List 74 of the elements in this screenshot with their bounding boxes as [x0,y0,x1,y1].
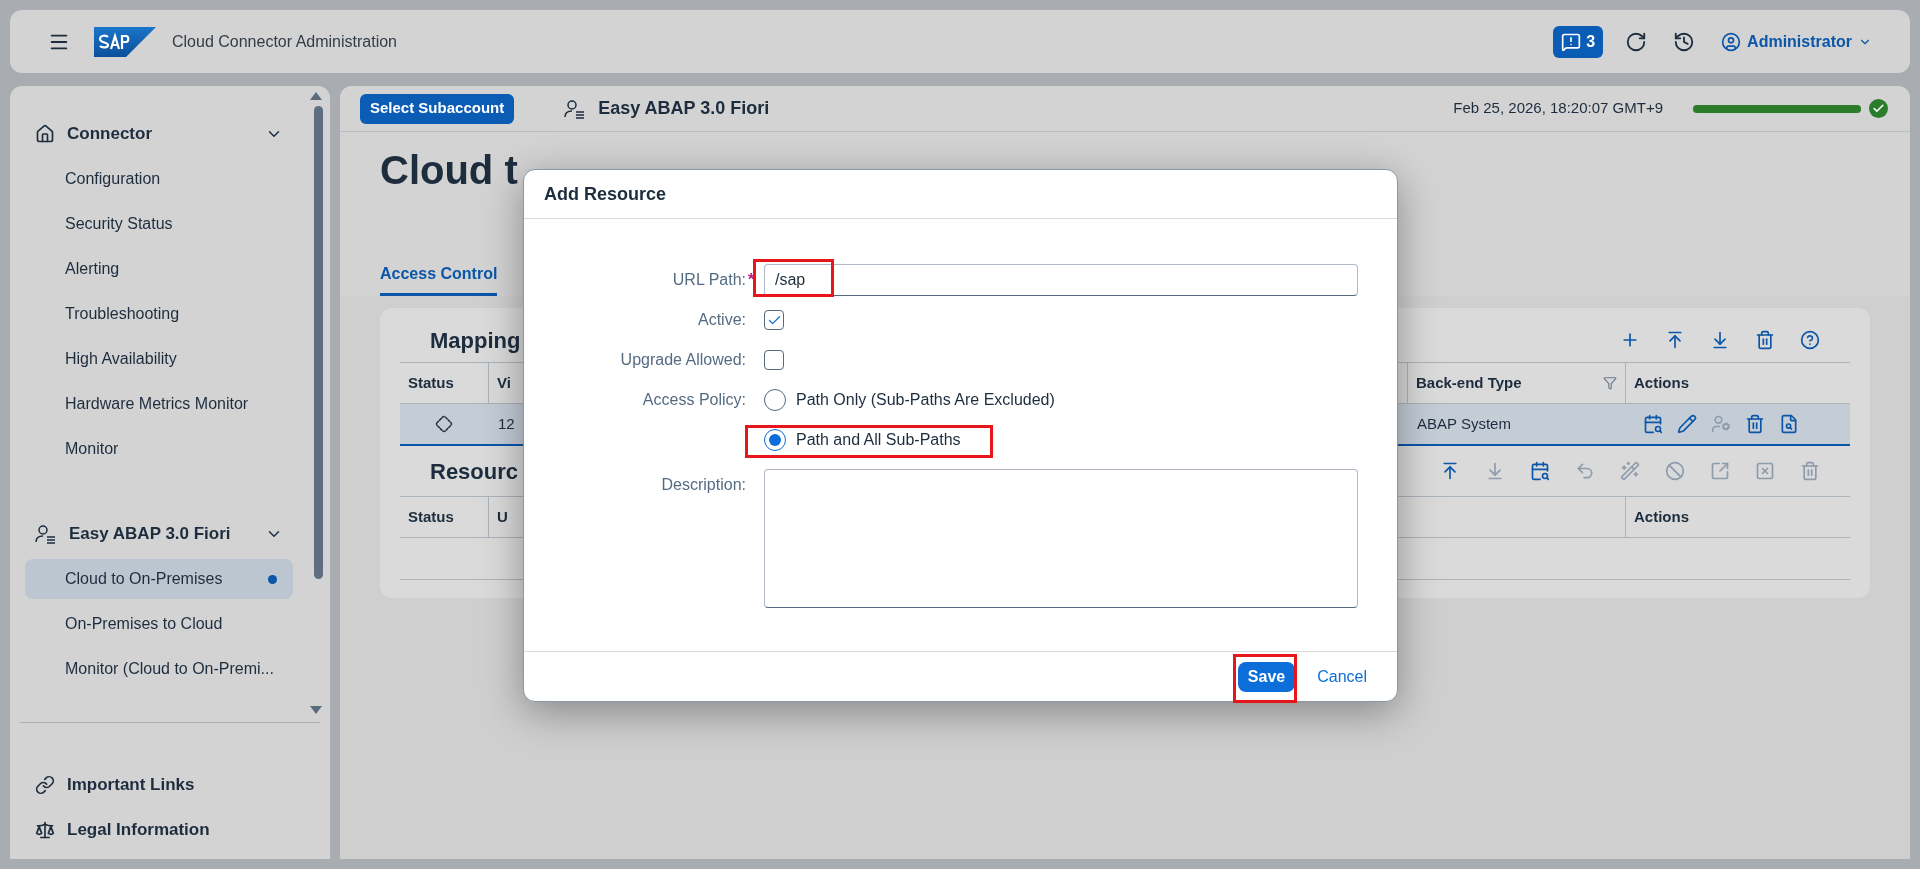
file-search-icon[interactable] [1779,414,1799,434]
nav-item[interactable]: On-Premises to Cloud [25,604,293,644]
upload-icon[interactable] [1665,330,1685,350]
link-icon [35,775,55,795]
nav-item[interactable]: Configuration [25,159,293,199]
footer-link[interactable]: Legal Information [35,810,330,850]
dialog-title: Add Resource [544,182,667,206]
column-header: Actions [1634,506,1689,527]
user-list-icon [35,524,57,544]
nav-item[interactable]: Security Status [25,204,293,244]
section-title: Mapping [430,326,521,355]
nav-item[interactable]: Troubleshooting [25,294,293,334]
notifications-button[interactable]: 3 [1553,25,1604,58]
nav-item[interactable]: Alerting [25,249,293,289]
scrollbar-thumb[interactable] [314,106,323,579]
description-field[interactable] [764,469,1358,608]
status-ok-icon [1869,99,1888,118]
help-icon[interactable] [1800,330,1820,350]
section-title: Resourc [430,457,519,486]
message-alert-icon [1561,31,1582,52]
field-label: Active: [697,310,746,330]
nav-item[interactable]: Hardware Metrics Monitor [25,384,293,424]
tab[interactable]: Access Control [380,254,498,296]
save-button[interactable]: Save [1237,661,1296,692]
subaccount-name: Easy ABAP 3.0 Fiori [598,97,770,120]
delete-icon[interactable] [1755,330,1775,350]
delete-icon[interactable] [1745,414,1765,434]
footer-link[interactable]: Important Links [35,765,330,805]
upload-icon[interactable] [1440,461,1460,481]
table-cell-text: 12 [498,413,515,434]
column-header: Actions [1634,372,1689,393]
status-icon [435,415,453,433]
timestamp: Feb 25, 2026, 18:20:07 GMT+9 [1453,98,1663,119]
calendar-search-icon[interactable] [1530,461,1550,481]
refresh-icon[interactable] [1625,30,1648,53]
scroll-down-icon[interactable] [310,706,322,714]
highlight-frame [1233,654,1297,703]
history-icon[interactable] [1673,30,1696,53]
field-label: Upgrade Allowed: [619,350,746,370]
app-title: Cloud Connector Administration [172,31,397,52]
user-list-icon [564,98,587,119]
nav-item[interactable]: Monitor (Cloud to On-Premi... [25,649,293,689]
column-header: Vi [497,372,511,393]
cancel-button[interactable]: Cancel [1317,664,1367,689]
column-header: Status [408,506,454,527]
nav-item[interactable]: Cloud to On-Premises [25,559,293,599]
radio-label: Path and All Sub-Paths [796,430,961,450]
nav-group-header[interactable]: Easy ABAP 3.0 Fiori [25,514,293,554]
field-label: URL Path: [672,270,746,290]
edit-icon[interactable] [1677,414,1697,434]
nav-item[interactable]: Monitor [25,429,293,469]
nav-group-header[interactable]: Connector [25,114,293,154]
field-label: Access Policy: [641,390,746,410]
scales-icon [35,820,55,840]
field-label: Description: [660,475,746,495]
home-icon [35,124,55,144]
download-icon[interactable] [1710,330,1730,350]
url-path-field[interactable]: /sap [764,264,1358,296]
nav-item[interactable]: High Availability [25,339,293,379]
column-header: Status [408,372,454,393]
table-cell-text: ABAP System [1417,413,1511,434]
select-subaccount-button[interactable]: Select Subaccount [360,93,515,124]
radio-label: Path Only (Sub-Paths Are Excluded) [796,390,1055,410]
page-title: Cloud t [380,147,518,194]
scroll-up-icon[interactable] [310,92,322,100]
filter-icon[interactable] [1603,376,1617,390]
column-header: Back-end Type [1416,372,1522,393]
checkbox[interactable] [764,310,784,330]
column-header: U [497,506,508,527]
user-menu-button[interactable]: Administrator [1721,29,1872,54]
logo-icon [94,26,156,57]
calendar-search-icon[interactable] [1643,414,1663,434]
checkbox[interactable] [764,350,784,370]
user-icon [1721,31,1742,52]
